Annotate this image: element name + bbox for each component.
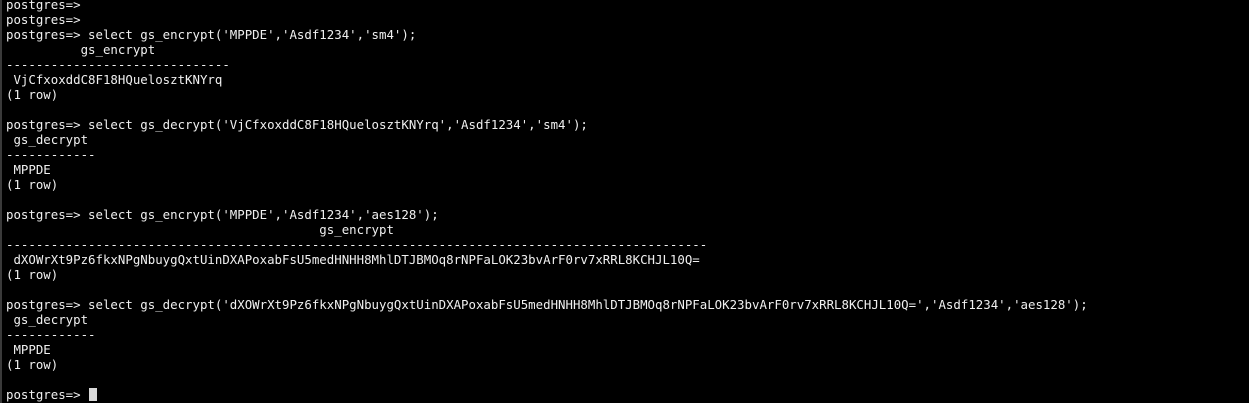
terminal-line: gs_encrypt bbox=[6, 42, 156, 57]
terminal-line: postgres=> select gs_encrypt('MPPDE','As… bbox=[6, 27, 417, 42]
prompt: postgres=> bbox=[6, 387, 89, 402]
terminal-line: (1 row) bbox=[6, 357, 59, 372]
terminal-line: gs_decrypt bbox=[6, 132, 89, 147]
terminal-line: ------------ bbox=[6, 147, 96, 162]
terminal-line: (1 row) bbox=[6, 177, 59, 192]
terminal-window[interactable]: postgres=> postgres=> postgres=> select … bbox=[0, 0, 1249, 403]
terminal-line: postgres=> bbox=[6, 12, 81, 27]
terminal-line: ------------------------------ bbox=[6, 57, 230, 72]
terminal-line: ------------ bbox=[6, 327, 96, 342]
text-cursor[interactable] bbox=[89, 388, 98, 401]
terminal-line: ----------------------------------------… bbox=[6, 237, 708, 252]
terminal-line: gs_decrypt bbox=[6, 312, 89, 327]
terminal-line: postgres=> select gs_decrypt('VjCfxoxddC… bbox=[6, 117, 588, 132]
terminal-line: postgres=> select gs_encrypt('MPPDE','As… bbox=[6, 207, 439, 222]
terminal-line: (1 row) bbox=[6, 87, 59, 102]
command-input-line[interactable]: postgres=> bbox=[6, 387, 1088, 402]
terminal-line: VjCfxoxddC8F18HQuelosztKNYrq bbox=[6, 72, 223, 87]
terminal-line: postgres=> select gs_decrypt('dXOWrXt9Pz… bbox=[6, 297, 1088, 312]
terminal-line: gs_encrypt bbox=[6, 222, 394, 237]
terminal-line: postgres=> bbox=[6, 0, 81, 12]
terminal-output: postgres=> postgres=> postgres=> select … bbox=[6, 0, 1088, 402]
terminal-line: MPPDE bbox=[6, 342, 51, 357]
terminal-line: MPPDE bbox=[6, 162, 51, 177]
terminal-line: dXOWrXt9Pz6fkxNPgNbuygQxtUinDXAPoxabFsU5… bbox=[6, 252, 700, 267]
terminal-line: (1 row) bbox=[6, 267, 59, 282]
